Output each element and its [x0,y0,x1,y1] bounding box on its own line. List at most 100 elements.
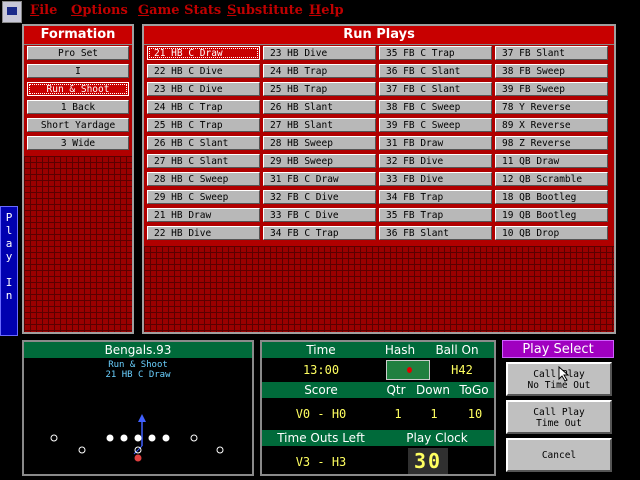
player-slot-left [78,446,86,454]
play-option[interactable]: 78 Y Reverse [495,100,608,114]
togo-value: 10 [467,407,483,421]
play-option[interactable]: 36 FB Slant [379,226,492,240]
play-option[interactable]: 36 FB C Slant [379,64,492,78]
formation-grid [24,156,132,332]
player-lineman-5 [162,434,170,442]
player-lineman-4 [148,434,156,442]
menu-substitute[interactable]: Substitute [227,3,303,18]
button-label: Cancel [541,450,577,461]
play-option[interactable]: 28 HB C Sweep [147,172,260,186]
play-option[interactable]: 35 FB C Trap [379,46,492,60]
play-option[interactable]: 10 QB Drop [495,226,608,240]
formation-option[interactable]: Short Yardage [27,118,129,132]
menu-game-stats[interactable]: Game Stats [138,3,221,18]
play-in-tab-letter: y [5,250,13,263]
play-option[interactable]: 27 HB Slant [263,118,376,132]
play-option[interactable]: 37 FB Slant [495,46,608,60]
play-option[interactable]: 22 HB Dive [147,226,260,240]
play-option[interactable]: 31 FB C Draw [263,172,376,186]
button-line-1: Call Play [533,407,585,418]
play-in-tab-letter: P [5,211,13,224]
menu-options[interactable]: Options [71,3,128,18]
player-receiver-right [216,446,224,454]
playclock-value: 30 [413,449,443,473]
formation-option[interactable]: Pro Set [27,46,129,60]
play-option[interactable]: 38 FB C Sweep [379,100,492,114]
play-option[interactable]: 38 FB Sweep [495,64,608,78]
ball-on-label: Ball On [420,342,494,358]
player-halfback [134,454,142,462]
play-option[interactable]: 35 FB Trap [379,208,492,222]
play-option[interactable]: 26 HB Slant [263,100,376,114]
play-option[interactable]: 22 HB C Dive [147,64,260,78]
formation-option[interactable]: 3 Wide [27,136,129,150]
menu-help[interactable]: Help [309,3,344,18]
menu-file[interactable]: File [30,3,57,18]
play-option[interactable]: 18 QB Bootleg [495,190,608,204]
play-option[interactable]: 12 QB Scramble [495,172,608,186]
qtr-value: 1 [394,407,402,421]
play-option[interactable]: 29 HB C Sweep [147,190,260,204]
cancel-button[interactable]: Cancel [506,438,612,472]
play-option[interactable]: 34 FB Trap [379,190,492,204]
timeouts-label: Time Outs Left [262,430,380,446]
down-value: 1 [430,407,438,421]
ball-marker-icon [407,367,412,373]
run-plays-title: Run Plays [144,26,614,45]
play-option[interactable]: 26 HB C Slant [147,136,260,150]
play-select-title: Play Select [502,340,614,358]
play-option[interactable]: 39 FB Sweep [495,82,608,96]
play-option[interactable]: 23 HB Dive [263,46,376,60]
formation-option[interactable]: 1 Back [27,100,129,114]
play-option[interactable]: 37 FB C Slant [379,82,492,96]
call-play-timeout-button[interactable]: Call Play Time Out [506,400,612,434]
button-line-2: Time Out [536,418,582,429]
play-option[interactable]: 89 X Reverse [495,118,608,132]
player-center [134,434,142,442]
play-in-tab-letter: n [5,289,13,302]
play-option[interactable]: 98 Z Reverse [495,136,608,150]
game-status-panel: Time Hash Ball On 13:00 H42 Score Qtr Do… [260,340,496,476]
play-option[interactable]: 23 HB C Dive [147,82,260,96]
playclock-label: Play Clock [380,430,494,446]
togo-label: ToGo [454,382,494,398]
play-option[interactable]: 39 FB C Sweep [379,118,492,132]
play-option[interactable]: 21 HB Draw [147,208,260,222]
play-select-panel: Play Select Call Play No Time Out Call P… [502,340,616,476]
play-option[interactable]: 34 FB C Trap [263,226,376,240]
score-label: Score [262,382,380,398]
play-diagram [50,414,224,462]
play-option[interactable]: 24 HB Trap [263,64,376,78]
down-label: Down [412,382,454,398]
player-slot-right [190,434,198,442]
nfl-logo-icon [2,1,22,23]
formation-option[interactable]: Run & Shoot [27,82,129,96]
play-option[interactable]: 33 FB Dive [379,172,492,186]
play-option[interactable]: 19 QB Bootleg [495,208,608,222]
play-option[interactable]: 28 HB Sweep [263,136,376,150]
play-option[interactable]: 11 QB Draw [495,154,608,168]
formation-panel: Formation Pro Set I Run & Shoot 1 Back Short… [22,24,134,334]
player-receiver-left [50,434,58,442]
timeouts-value: V3 - H3 [295,455,347,469]
menu-bar: File Options Game Stats Substitute Help [0,0,640,23]
play-option[interactable]: 25 HB Trap [263,82,376,96]
play-option[interactable]: 24 HB C Trap [147,100,260,114]
formation-title: Formation [24,26,132,45]
formation-option[interactable]: I [27,64,129,78]
play-option[interactable]: 32 FB C Dive [263,190,376,204]
play-in-tab-letter [1,263,17,276]
ball-on-value: H42 [451,363,473,377]
play-option[interactable]: 21 HB C Draw [147,46,260,60]
play-in-tab[interactable]: Play In [0,206,18,336]
play-option[interactable]: 33 FB C Dive [263,208,376,222]
player-lineman-2 [120,434,128,442]
play-in-tab-letter: a [5,237,13,250]
run-arrow-head [138,414,146,422]
play-option[interactable]: 27 HB C Slant [147,154,260,168]
play-option[interactable]: 25 HB C Trap [147,118,260,132]
play-option[interactable]: 31 FB Draw [379,136,492,150]
play-option[interactable]: 32 FB Dive [379,154,492,168]
play-option[interactable]: 29 HB Sweep [263,154,376,168]
run-plays-panel: Run Plays 21 HB C Draw 22 HB C Dive 23 HB … [142,24,616,334]
